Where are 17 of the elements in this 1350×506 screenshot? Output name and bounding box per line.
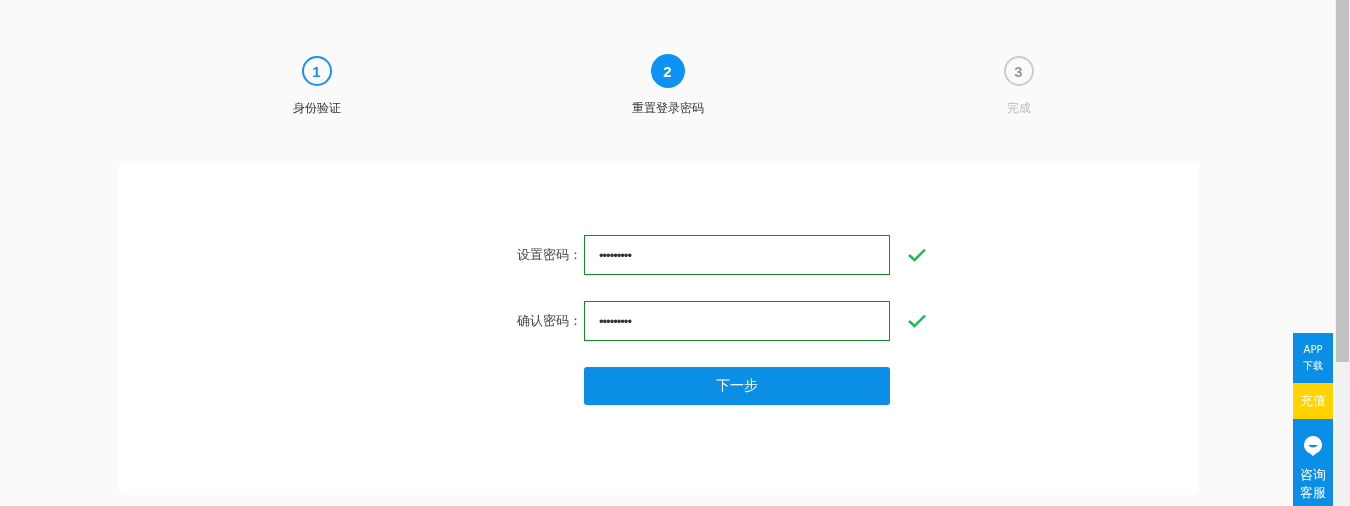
step-number: 1 bbox=[301, 56, 332, 86]
step-label: 身份验证 bbox=[292, 100, 341, 117]
password-field[interactable]: ••••••••• bbox=[584, 235, 890, 275]
step-number: 3 bbox=[1003, 56, 1034, 86]
check-icon bbox=[908, 314, 926, 328]
chat-bubble-icon bbox=[1303, 435, 1323, 457]
next-step-button[interactable]: 下一步 bbox=[584, 367, 890, 405]
customer-service-button[interactable]: 咨询 客服 bbox=[1293, 419, 1333, 506]
field-label: 设置密码： bbox=[516, 246, 582, 264]
step-number: 2 bbox=[650, 54, 685, 88]
scrollbar[interactable] bbox=[1335, 0, 1350, 506]
check-icon bbox=[908, 248, 926, 262]
step-label: 重置登录密码 bbox=[631, 100, 704, 117]
password-field[interactable]: ••••••••• bbox=[584, 301, 890, 341]
app-download-button[interactable]: APP 下载 bbox=[1293, 333, 1333, 383]
field-label: 确认密码： bbox=[516, 312, 582, 330]
step-label: 完成 bbox=[1006, 100, 1031, 117]
